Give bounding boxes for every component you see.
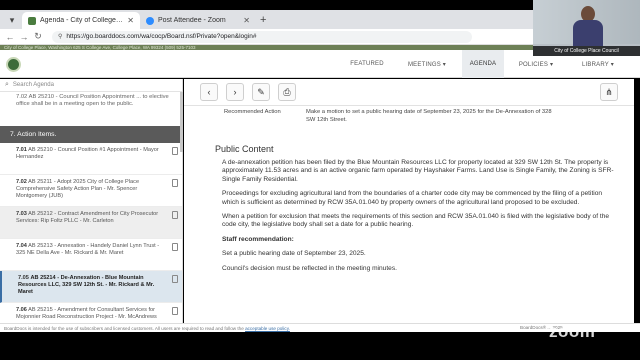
previous-item-button[interactable]: ‹ bbox=[200, 83, 218, 101]
nav-meetings[interactable]: MEETINGS ▾ bbox=[398, 50, 456, 78]
url-text: https://go.boarddocs.com/wa/cocp/Board.n… bbox=[66, 33, 257, 40]
agenda-item-7-04[interactable]: 7.04 AB 25213 - Annexation - Handely Dan… bbox=[0, 239, 182, 271]
agenda-item-7-06[interactable]: 7.06 AB 25215 - Amendment for Consultant… bbox=[0, 303, 182, 323]
footer-text: BoardDocs is intended for the use of sub… bbox=[4, 326, 244, 331]
document-icon[interactable] bbox=[172, 211, 178, 219]
boarddocs-favicon-icon bbox=[28, 16, 36, 25]
video-caption: City of College Place Council bbox=[533, 46, 640, 56]
nav-label: FEATURED bbox=[350, 61, 384, 67]
paragraph: When a petition for exclusion that meets… bbox=[222, 213, 610, 229]
edit-button[interactable]: ✎ bbox=[252, 83, 270, 101]
nav-label: AGENDA bbox=[469, 61, 497, 67]
reload-icon[interactable]: ↻ bbox=[32, 31, 44, 42]
agenda-item-detail: ‹ › ✎ ⎙ ⋔ Recommended Action Make a moti… bbox=[184, 79, 634, 323]
item-title: AB 25213 - Annexation - Handely Daniel L… bbox=[16, 243, 160, 256]
nav-label: POLICIES ▾ bbox=[518, 61, 554, 68]
item-title: AB 25212 - Contract Amendment for City P… bbox=[16, 211, 159, 224]
document-icon[interactable] bbox=[172, 275, 178, 283]
staff-recommendation-label: Staff recommendation: bbox=[222, 235, 294, 243]
document-icon[interactable] bbox=[172, 147, 178, 155]
printer-icon: ⎙ bbox=[283, 86, 291, 97]
paragraph: A de-annexation petition has been filed … bbox=[222, 159, 614, 183]
tab-zoom[interactable]: Post Attendee - Zoom ✕ bbox=[140, 12, 256, 29]
staff-recommendation-line: Council's decision must be reflected in … bbox=[222, 264, 397, 272]
item-title: AB 25211 - Adopt 2025 City of College Pl… bbox=[16, 179, 140, 199]
screen: ▾ Agenda - City of College Place, W ✕ Po… bbox=[0, 0, 640, 360]
forward-arrow-icon[interactable]: → bbox=[18, 32, 30, 42]
zoom-watermark: zoom bbox=[549, 322, 596, 341]
recommended-action-value: Make a motion to set a public hearing da… bbox=[306, 109, 552, 123]
tab-agenda[interactable]: Agenda - City of College Place, W ✕ bbox=[22, 12, 140, 29]
sidebar-scrollbar[interactable] bbox=[180, 92, 183, 152]
back-arrow-icon[interactable]: ← bbox=[4, 32, 16, 42]
print-button[interactable]: ⎙ bbox=[278, 83, 296, 101]
item-number: 7.04 bbox=[16, 243, 27, 249]
item-number: 7.05 bbox=[18, 275, 29, 281]
item-number: 7.01 bbox=[16, 147, 27, 153]
document-icon[interactable] bbox=[172, 307, 178, 315]
nav-featured[interactable]: FEATURED bbox=[342, 50, 392, 78]
search-icon: ⌕ bbox=[5, 81, 9, 88]
url-field[interactable]: ⚲ https://go.boarddocs.com/wa/cocp/Board… bbox=[52, 30, 472, 43]
zoom-favicon-icon bbox=[146, 16, 154, 25]
item-number: 7.02 bbox=[16, 179, 27, 185]
agenda-item-7-05[interactable]: 7.05 AB 25214 - De-Annexation - Blue Mou… bbox=[0, 271, 182, 303]
acceptable-use-link[interactable]: acceptable use policy. bbox=[245, 326, 290, 331]
nav-agenda[interactable]: AGENDA bbox=[462, 50, 504, 78]
next-item-button[interactable]: › bbox=[226, 83, 244, 101]
item-title: AB 25214 - De-Annexation - Blue Mountain… bbox=[18, 275, 155, 295]
public-content-body: A de-annexation petition has been filed … bbox=[184, 154, 634, 273]
close-tab-icon[interactable]: ✕ bbox=[243, 16, 250, 25]
close-tab-icon[interactable]: ✕ bbox=[127, 16, 134, 25]
search-agenda-field[interactable]: ⌕ Search Agenda bbox=[0, 79, 182, 92]
chevron-right-icon: › bbox=[233, 87, 237, 97]
item-title: AB 25210 - Council Position #1 Appointme… bbox=[16, 147, 159, 160]
new-tab-button[interactable]: + bbox=[260, 14, 266, 26]
speaker-body bbox=[573, 20, 603, 46]
share-icon: ⋔ bbox=[605, 86, 613, 97]
tab-search-icon[interactable]: ▾ bbox=[6, 14, 18, 26]
site-info-icon[interactable]: ⚲ bbox=[58, 33, 62, 40]
pencil-icon: ✎ bbox=[257, 86, 265, 97]
item-number: 7.06 bbox=[16, 307, 27, 313]
speaker-figure bbox=[573, 6, 603, 46]
section-header-action-items[interactable]: 7. Action Items. bbox=[0, 126, 182, 143]
staff-recommendation-line: Set a public hearing date of September 2… bbox=[222, 250, 366, 258]
agenda-item-7-03[interactable]: 7.03 AB 25212 - Contract Amendment for C… bbox=[0, 207, 182, 239]
search-placeholder: Search Agenda bbox=[12, 82, 54, 88]
previous-item-text: 7.02 AB 25210 - Council Position Appoint… bbox=[16, 94, 169, 108]
city-logo[interactable] bbox=[6, 57, 21, 72]
tab-label: Post Attendee - Zoom bbox=[158, 17, 226, 24]
public-content-heading: Public Content bbox=[215, 144, 274, 154]
chevron-left-icon: ‹ bbox=[207, 87, 211, 97]
item-title: AB 25215 - Amendment for Consultant Serv… bbox=[16, 307, 157, 320]
document-icon[interactable] bbox=[172, 243, 178, 251]
agenda-sidebar: ⌕ Search Agenda 7.02 AB 25210 - Council … bbox=[0, 79, 183, 323]
share-button[interactable]: ⋔ bbox=[600, 83, 618, 101]
tab-label: Agenda - City of College Place, W bbox=[40, 17, 123, 24]
recommended-action-label: Recommended Action bbox=[224, 109, 281, 115]
item-number: 7.03 bbox=[16, 211, 27, 217]
agenda-item-7-01[interactable]: 7.01 AB 25210 - Council Position #1 Appo… bbox=[0, 143, 182, 175]
recommended-action-row: Recommended Action Make a motion to set … bbox=[184, 106, 634, 136]
agenda-item-7-02[interactable]: 7.02 AB 25211 - Adopt 2025 City of Colle… bbox=[0, 175, 182, 207]
nav-label: MEETINGS ▾ bbox=[407, 61, 446, 68]
document-icon[interactable] bbox=[172, 179, 178, 187]
bottom-black-bar bbox=[0, 332, 640, 360]
item-toolbar: ‹ › ✎ ⎙ ⋔ bbox=[184, 79, 634, 106]
speaker-video-tile[interactable]: City of College Place Council bbox=[533, 0, 640, 56]
paragraph: Proceedings for excluding agricultural l… bbox=[222, 190, 603, 206]
nav-label: LIBRARY ▾ bbox=[582, 61, 614, 68]
